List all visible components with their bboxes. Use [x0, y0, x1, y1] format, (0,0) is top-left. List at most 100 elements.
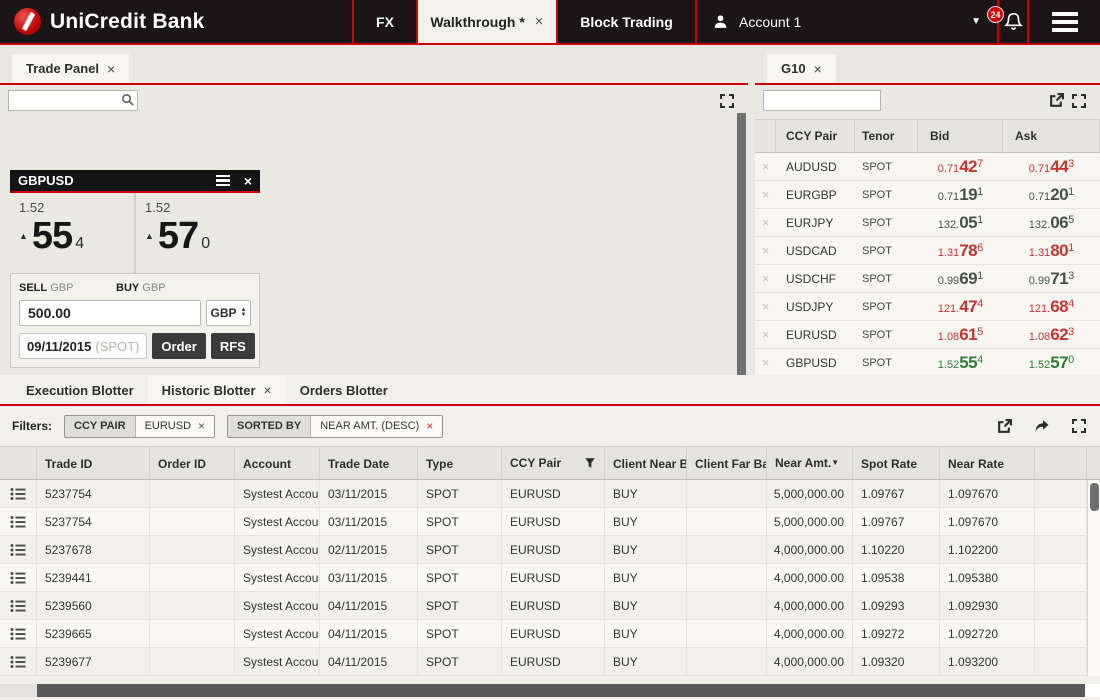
ask-price[interactable]: 1.31801	[1003, 241, 1100, 261]
scrollbar-thumb[interactable]	[37, 684, 1085, 697]
tab-execution-blotter[interactable]: Execution Blotter	[12, 376, 148, 404]
close-icon[interactable]: ×	[814, 61, 822, 77]
popout-button[interactable]	[997, 419, 1012, 434]
column-header-client-near-base[interactable]: Client Near Bas	[605, 447, 687, 479]
column-header-tenor[interactable]: Tenor	[855, 119, 918, 153]
buy-price-tile[interactable]: 1.52 ▲ 57 0	[136, 193, 260, 273]
remove-quote-icon[interactable]: ×	[755, 187, 776, 202]
trade-row[interactable]: 5239665 Systest Account 04/11/2015 SPOT …	[0, 620, 1100, 648]
close-icon[interactable]: ×	[107, 61, 115, 77]
trade-row[interactable]: 5237678 Systest Account 02/11/2015 SPOT …	[0, 536, 1100, 564]
search-input[interactable]	[8, 90, 138, 111]
column-header-ccy-pair[interactable]: CCY Pair	[502, 447, 605, 479]
notifications-button[interactable]: 24	[997, 0, 1027, 43]
bid-price[interactable]: 0.71191	[918, 185, 1003, 205]
column-header-spot-rate[interactable]: Spot Rate	[853, 447, 940, 479]
bid-price[interactable]: 0.99691	[918, 269, 1003, 289]
quote-row[interactable]: × USDCHF SPOT 0.99691 0.99713	[755, 265, 1100, 293]
sell-price-tile[interactable]: 1.52 ▲ 55 4	[10, 193, 134, 273]
order-button[interactable]: Order	[152, 333, 205, 359]
ask-price[interactable]: 0.71201	[1003, 185, 1100, 205]
trade-row[interactable]: 5239677 Systest Account 04/11/2015 SPOT …	[0, 648, 1100, 676]
account-selector[interactable]: Account 1 ▼	[695, 0, 997, 43]
column-header-trade-id[interactable]: Trade ID	[37, 447, 150, 479]
column-header-account[interactable]: Account	[235, 447, 320, 479]
ticket-menu-icon[interactable]	[216, 175, 230, 187]
column-header-type[interactable]: Type	[418, 447, 502, 479]
bid-price[interactable]: 1.52554	[918, 353, 1003, 373]
quote-row[interactable]: × EURUSD SPOT 1.08615 1.08623	[755, 321, 1100, 349]
tab-historic-blotter[interactable]: Historic Blotter ×	[148, 376, 286, 404]
bid-price[interactable]: 121.474	[918, 297, 1003, 317]
horizontal-scrollbar[interactable]	[0, 684, 1100, 697]
value-date-field[interactable]: 09/11/2015 (SPOT)	[19, 333, 147, 359]
column-header-ccy-pair[interactable]: CCY Pair	[776, 119, 855, 153]
remove-quote-icon[interactable]: ×	[755, 327, 776, 342]
column-header-trade-date[interactable]: Trade Date	[320, 447, 418, 479]
maximize-button[interactable]	[1072, 419, 1086, 433]
ask-price[interactable]: 0.99713	[1003, 269, 1100, 289]
column-header-order-id[interactable]: Order ID	[150, 447, 235, 479]
nav-tab-walkthrough[interactable]: Walkthrough * ×	[416, 0, 556, 43]
quote-row[interactable]: × EURJPY SPOT 132.051 132.065	[755, 209, 1100, 237]
remove-filter-icon[interactable]: ×	[426, 419, 433, 433]
trade-row[interactable]: 5239441 Systest Account 03/11/2015 SPOT …	[0, 564, 1100, 592]
quote-row[interactable]: × AUDUSD SPOT 0.71427 0.71443	[755, 153, 1100, 181]
quote-row[interactable]: × EURGBP SPOT 0.71191 0.71201	[755, 181, 1100, 209]
column-header-bid[interactable]: Bid	[918, 119, 1003, 153]
tab-g10[interactable]: G10 ×	[767, 54, 836, 83]
bid-price[interactable]: 1.08615	[918, 325, 1003, 345]
quote-row[interactable]: × USDJPY SPOT 121.474 121.684	[755, 293, 1100, 321]
ask-price[interactable]: 132.065	[1003, 213, 1100, 233]
row-menu-icon[interactable]	[0, 564, 37, 591]
search-input[interactable]	[763, 90, 881, 111]
row-menu-icon[interactable]	[0, 480, 37, 507]
column-header-near-rate[interactable]: Near Rate	[940, 447, 1035, 479]
amount-input[interactable]	[19, 300, 201, 326]
remove-quote-icon[interactable]: ×	[755, 355, 776, 370]
menu-button[interactable]	[1027, 0, 1100, 43]
bid-price[interactable]: 132.051	[918, 213, 1003, 233]
currency-select[interactable]: GBP ▲▼	[206, 300, 251, 326]
close-icon[interactable]: ×	[244, 173, 252, 189]
nav-tab-block-trading[interactable]: Block Trading	[556, 0, 695, 43]
row-menu-icon[interactable]	[0, 592, 37, 619]
row-menu-icon[interactable]	[0, 648, 37, 675]
scrollbar-thumb[interactable]	[1090, 483, 1099, 511]
quote-row[interactable]: × USDCAD SPOT 1.31786 1.31801	[755, 237, 1100, 265]
nav-tab-fx[interactable]: FX	[352, 0, 416, 43]
popout-button[interactable]	[1049, 93, 1064, 108]
tab-trade-panel[interactable]: Trade Panel ×	[12, 54, 129, 83]
close-icon[interactable]: ×	[264, 382, 272, 398]
remove-quote-icon[interactable]: ×	[755, 243, 776, 258]
row-menu-icon[interactable]	[0, 620, 37, 647]
remove-quote-icon[interactable]: ×	[755, 215, 776, 230]
ask-price[interactable]: 1.52570	[1003, 353, 1100, 373]
remove-quote-icon[interactable]: ×	[755, 299, 776, 314]
maximize-button[interactable]	[1072, 94, 1086, 108]
quote-row[interactable]: × GBPUSD SPOT 1.52554 1.52570	[755, 349, 1100, 375]
ask-price[interactable]: 0.71443	[1003, 157, 1100, 177]
row-menu-icon[interactable]	[0, 536, 37, 563]
trade-row[interactable]: 5239560 Systest Account 04/11/2015 SPOT …	[0, 592, 1100, 620]
trade-row[interactable]: 5237754 Systest Account 03/11/2015 SPOT …	[0, 508, 1100, 536]
share-button[interactable]	[1034, 419, 1050, 434]
maximize-button[interactable]	[720, 94, 734, 108]
remove-quote-icon[interactable]: ×	[755, 271, 776, 286]
column-header-near-amt[interactable]: Near Amt. ▼	[767, 447, 853, 479]
filter-funnel-icon[interactable]	[584, 457, 596, 469]
tab-orders-blotter[interactable]: Orders Blotter	[286, 376, 402, 404]
ask-price[interactable]: 121.684	[1003, 297, 1100, 317]
filter-chip-ccy-pair[interactable]: CCY PAIR EURUSD ×	[64, 415, 215, 438]
bid-price[interactable]: 0.71427	[918, 157, 1003, 177]
column-header-ask[interactable]: Ask	[1003, 119, 1100, 153]
remove-filter-icon[interactable]: ×	[198, 419, 205, 433]
scrollbar[interactable]	[737, 113, 746, 375]
column-header-client-far-base[interactable]: Client Far Base	[687, 447, 767, 479]
remove-quote-icon[interactable]: ×	[755, 159, 776, 174]
trade-row[interactable]: 5237754 Systest Account 03/11/2015 SPOT …	[0, 480, 1100, 508]
ask-price[interactable]: 1.08623	[1003, 325, 1100, 345]
rfs-button[interactable]: RFS	[211, 333, 255, 359]
close-icon[interactable]: ×	[535, 13, 544, 30]
bid-price[interactable]: 1.31786	[918, 241, 1003, 261]
